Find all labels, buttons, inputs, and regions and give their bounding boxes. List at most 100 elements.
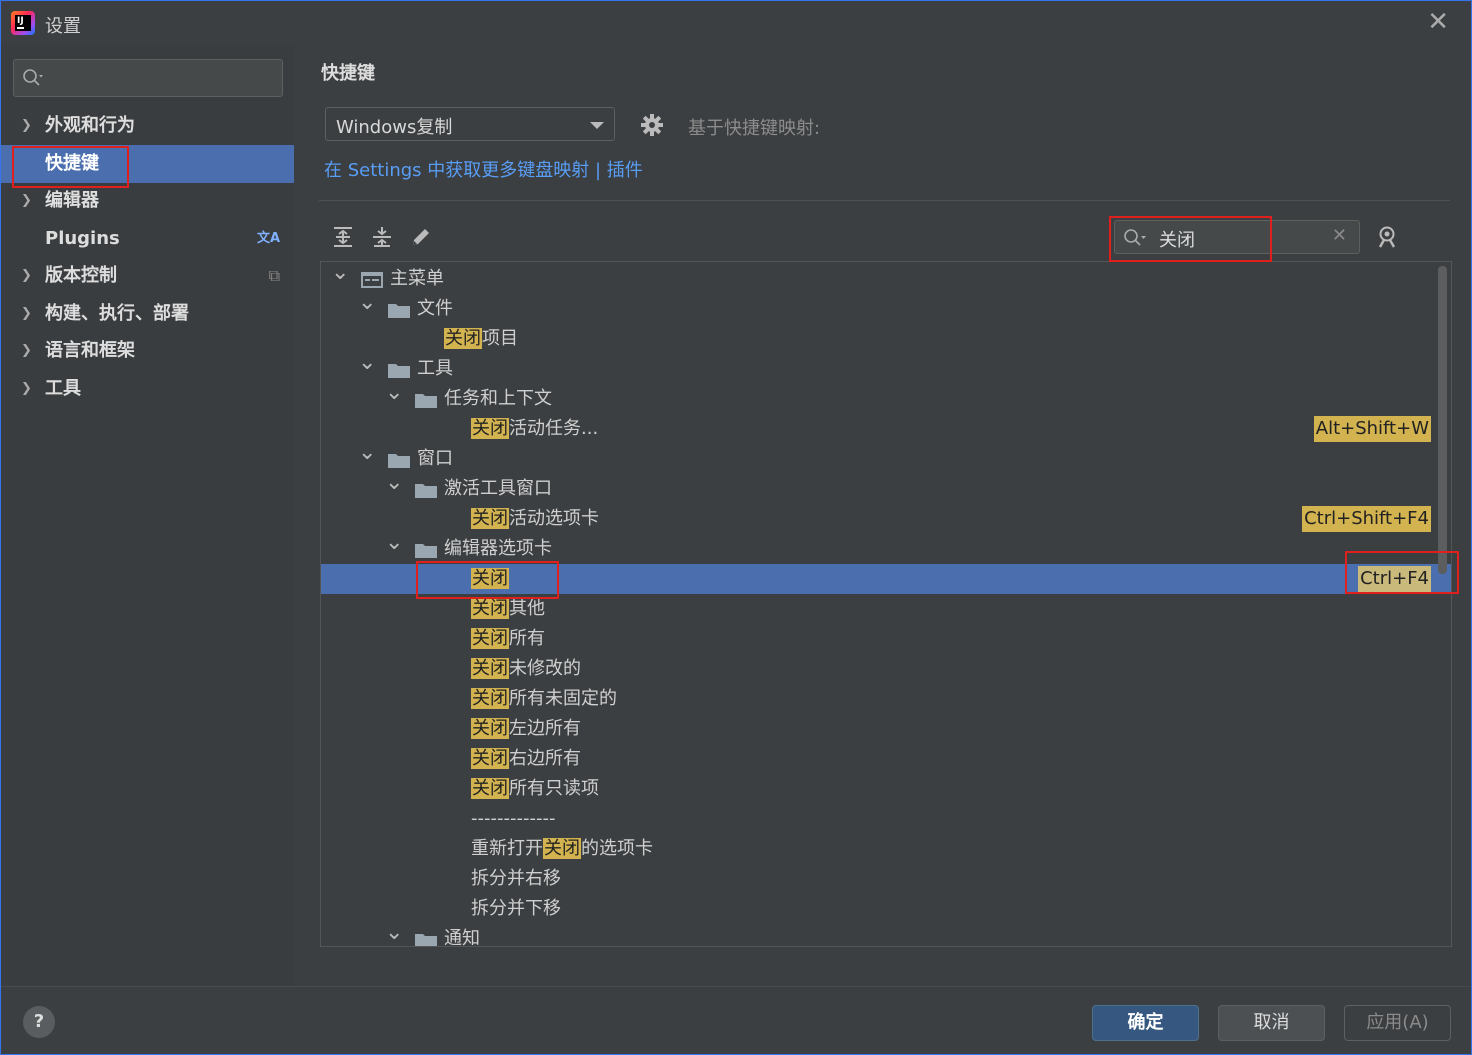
search-match-highlight: 关闭	[471, 658, 509, 679]
tree-row-label: 关闭右边所有	[471, 744, 581, 774]
folder-icon	[388, 304, 410, 318]
tree-action-row[interactable]: 关闭其他	[321, 594, 1451, 624]
tree-folder-row[interactable]: ⌄ 激活工具窗口	[321, 470, 1451, 504]
tree-action-row[interactable]: 关闭左边所有	[321, 714, 1451, 744]
tree-row-label: 重新打开关闭的选项卡	[471, 834, 653, 864]
get-more-keymaps-link[interactable]: 在 Settings 中获取更多键盘映射 | 插件	[324, 156, 643, 182]
tree-folder-row[interactable]: ⌄ 窗口	[321, 440, 1451, 474]
find-by-shortcut-icon[interactable]	[1376, 225, 1400, 249]
chevron-right-icon[interactable]: ❯	[21, 257, 32, 295]
settings-sidebar: ❯ 外观和行为 快捷键 ❯ 编辑器 Plugins 文A ❯ 版本控制 ⧉ ❯ 构建、执行、部署 ❯ 语言…	[1, 45, 294, 987]
sidebar-item[interactable]: ❯ 外观和行为	[1, 107, 294, 145]
chevron-right-icon[interactable]: ❯	[21, 107, 32, 145]
sidebar-item[interactable]: Plugins 文A	[1, 220, 294, 258]
keymap-select[interactable]: Windows复制	[325, 107, 615, 141]
chevron-down-icon	[590, 122, 604, 129]
tree-action-row[interactable]: 拆分并右移	[321, 864, 1451, 894]
folder-icon	[415, 544, 437, 558]
label-suffix: 激活工具窗口	[444, 478, 552, 499]
label-suffix: 活动选项卡	[509, 508, 599, 529]
label-suffix: 文件	[417, 298, 453, 319]
chevron-down-icon[interactable]: ⌄	[385, 528, 403, 558]
search-match-highlight: 关闭	[471, 628, 509, 649]
chevron-right-icon[interactable]: ❯	[21, 332, 32, 370]
folder-icon	[388, 364, 410, 378]
intellij-logo-icon: IJ	[11, 11, 35, 35]
label-suffix: -------------	[471, 808, 556, 829]
chevron-down-icon[interactable]: ⌄	[358, 438, 376, 468]
chevron-right-icon[interactable]: ❯	[21, 182, 32, 220]
tree-action-row[interactable]: 关闭所有	[321, 624, 1451, 654]
shortcut-badge: Ctrl+F4	[1358, 566, 1431, 592]
search-match-highlight: 关闭	[471, 748, 509, 769]
tree-row-label: -------------	[471, 804, 555, 834]
tree-action-row[interactable]: 关闭活动选项卡 Ctrl+Shift+F4	[321, 504, 1451, 534]
label-suffix: 左边所有	[509, 718, 581, 739]
clear-icon[interactable]: ✕	[1332, 225, 1347, 246]
tree-folder-row[interactable]: ⌄ 编辑器选项卡	[321, 530, 1451, 564]
chevron-down-icon[interactable]: ⌄	[358, 288, 376, 318]
tree-action-row[interactable]: 关闭所有只读项	[321, 774, 1451, 804]
collapse-all-icon[interactable]	[370, 225, 394, 249]
apply-button[interactable]: 应用(A)	[1344, 1005, 1451, 1041]
sidebar-item-label: 构建、执行、部署	[45, 303, 189, 324]
label-suffix: 工具	[417, 358, 453, 379]
tree-folder-row[interactable]: ⌄ 任务和上下文	[321, 380, 1451, 414]
footer-divider	[1, 986, 1471, 987]
based-on-label: 基于快捷键映射:	[688, 118, 821, 139]
tree-folder-row[interactable]: ⌄ 主菜单	[321, 262, 1451, 294]
label-suffix: 任务和上下文	[444, 388, 552, 409]
tree-action-row[interactable]: 重新打开关闭的选项卡	[321, 834, 1451, 864]
close-icon[interactable]: ✕	[1427, 9, 1449, 35]
tree-row-label: 工具	[417, 354, 453, 384]
sidebar-item-label: 版本控制	[45, 265, 117, 286]
tree-folder-row[interactable]: ⌄ 通知	[321, 920, 1451, 946]
sidebar-item[interactable]: 快捷键	[1, 145, 294, 183]
tree-row-label: 关闭活动选项卡	[471, 504, 599, 534]
translate-icon: 文A	[256, 231, 280, 246]
sidebar-item[interactable]: ❯ 编辑器	[1, 182, 294, 220]
chevron-down-icon[interactable]: ⌄	[358, 348, 376, 378]
sidebar-item[interactable]: ❯ 工具	[1, 370, 294, 408]
chevron-right-icon[interactable]: ❯	[21, 295, 32, 333]
chevron-down-icon[interactable]: ⌄	[385, 378, 403, 408]
tree-action-row[interactable]: 拆分并下移	[321, 894, 1451, 924]
sidebar-item[interactable]: ❯ 语言和框架	[1, 332, 294, 370]
tree-row-label: 拆分并右移	[471, 864, 561, 894]
cancel-button[interactable]: 取消	[1218, 1005, 1325, 1041]
label-suffix: 的选项卡	[581, 838, 653, 859]
edit-pencil-icon[interactable]	[409, 225, 433, 249]
chevron-down-icon[interactable]: ⌄	[331, 262, 349, 288]
sidebar-search-input[interactable]	[13, 59, 283, 97]
scrollbar[interactable]	[1438, 266, 1447, 574]
expand-all-icon[interactable]	[331, 225, 355, 249]
search-icon	[23, 69, 43, 86]
chevron-right-icon[interactable]: ❯	[21, 370, 32, 408]
label-suffix: 项目	[482, 328, 518, 349]
sidebar-item-label: 语言和框架	[45, 340, 135, 361]
sidebar-item[interactable]: ❯ 构建、执行、部署	[1, 295, 294, 333]
sidebar-item[interactable]: ❯ 版本控制 ⧉	[1, 257, 294, 295]
chevron-down-icon[interactable]: ⌄	[385, 468, 403, 498]
tree-action-row[interactable]: 关闭未修改的	[321, 654, 1451, 684]
shortcut-search-input[interactable]: 关闭 ✕	[1114, 220, 1360, 254]
tree-action-row[interactable]: 关闭 Ctrl+F4	[321, 564, 1451, 594]
tree-action-row[interactable]: 关闭项目	[321, 324, 1451, 354]
tree-row-label: 文件	[417, 294, 453, 324]
tree-action-row[interactable]: -------------	[321, 804, 1451, 834]
tree-action-row[interactable]: 关闭所有未固定的	[321, 684, 1451, 714]
tree-folder-row[interactable]: ⌄ 文件	[321, 290, 1451, 324]
label-suffix: 活动任务...	[509, 418, 599, 439]
search-match-highlight: 关闭	[471, 568, 509, 589]
gear-icon[interactable]	[641, 114, 663, 136]
search-match-highlight: 关闭	[543, 838, 581, 859]
tree-action-row[interactable]: 关闭活动任务... Alt+Shift+W	[321, 414, 1451, 444]
chevron-down-icon[interactable]: ⌄	[385, 918, 403, 946]
shortcut-badge: Ctrl+Shift+F4	[1302, 506, 1431, 532]
tree-folder-row[interactable]: ⌄ 工具	[321, 350, 1451, 384]
tree-row-label: 关闭所有未固定的	[471, 684, 617, 714]
help-button[interactable]: ?	[23, 1006, 55, 1038]
ok-button[interactable]: 确定	[1092, 1005, 1199, 1041]
tree-action-row[interactable]: 关闭右边所有	[321, 744, 1451, 774]
folder-icon	[415, 394, 437, 408]
